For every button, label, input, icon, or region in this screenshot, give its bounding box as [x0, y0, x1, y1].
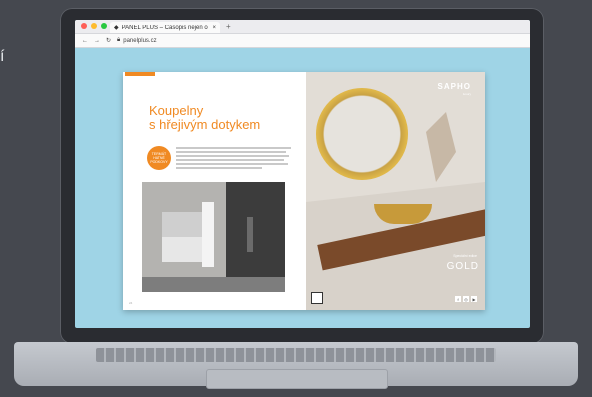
instagram-icon: ◎ [463, 296, 469, 302]
sapho-logo: SAPHO [437, 82, 471, 91]
right-page-ad: SAPHO luxury Speciální edice GOLD f ◎ ▶ [306, 72, 485, 310]
bathroom-illustration [142, 182, 285, 292]
background-text-fragment: í [0, 48, 5, 65]
gold-round-mirror [316, 88, 408, 180]
orange-badge: TERMÁT HATNÉ PODKOVY [147, 146, 171, 170]
back-icon[interactable]: ← [82, 38, 88, 44]
collection-name: GOLD [446, 261, 479, 272]
address-bar-row: ← → ↻ 🔒︎ panelplus.cz [75, 34, 530, 48]
trackpad [206, 369, 388, 389]
youtube-icon: ▶ [471, 296, 477, 302]
facebook-icon: f [455, 296, 461, 302]
lock-icon: 🔒︎ [117, 37, 121, 43]
maximize-window-button[interactable] [101, 23, 107, 29]
browser-tab-bar: ◆ PANEL PLUS – Ćasopis nejen o × + [75, 20, 530, 34]
tab-title: PANEL PLUS – Ćasopis nejen o [121, 24, 208, 31]
article-body-text [176, 147, 291, 171]
article-title-line1: Koupelny [149, 103, 204, 118]
section-tag [125, 72, 155, 76]
url-text[interactable]: panelplus.cz [123, 38, 156, 44]
browser-tab[interactable]: ◆ PANEL PLUS – Ćasopis nejen o × [110, 22, 220, 33]
minimize-window-button[interactable] [91, 23, 97, 29]
close-window-button[interactable] [81, 23, 87, 29]
new-tab-button[interactable]: + [226, 22, 231, 31]
keyboard [96, 348, 496, 362]
collection-label: Speciální edice [453, 254, 477, 258]
article-title-line2: s hřejivým dotykem [149, 117, 261, 132]
magazine-spread: Koupelny s hřejivým dotykem TERMÁT HATNÉ… [123, 72, 485, 310]
article-title: Koupelny s hřejivým dotykem [149, 104, 260, 132]
left-page: Koupelny s hřejivým dotykem TERMÁT HATNÉ… [123, 72, 306, 310]
tab-close-icon[interactable]: × [212, 25, 216, 31]
laptop-screen: ◆ PANEL PLUS – Ćasopis nejen o × + ← → ↻… [75, 20, 530, 328]
window-controls [81, 23, 107, 29]
sapho-subtitle: luxury [462, 92, 471, 96]
social-icons: f ◎ ▶ [455, 296, 477, 302]
qr-code [311, 292, 323, 304]
forward-icon[interactable]: → [94, 38, 100, 44]
bathroom-photo [142, 182, 285, 292]
reload-icon[interactable]: ↻ [106, 37, 111, 44]
favicon-icon: ◆ [114, 25, 119, 31]
page-number: 24 [129, 301, 133, 305]
